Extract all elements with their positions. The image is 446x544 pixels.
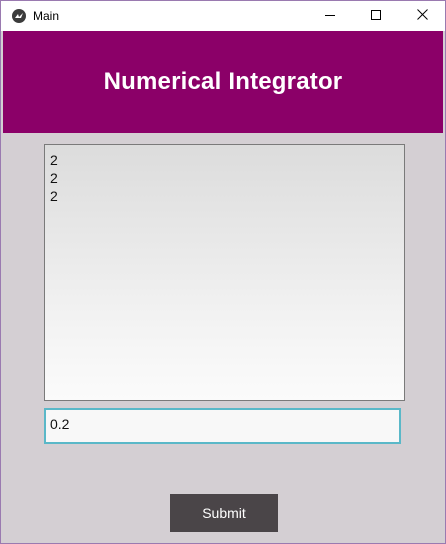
value-input-text: 0.2 <box>50 416 70 432</box>
minimize-button[interactable] <box>307 1 353 31</box>
maximize-button[interactable] <box>353 1 399 31</box>
value-input[interactable]: 0.2 <box>44 408 401 444</box>
output-line: 2 <box>50 152 58 168</box>
close-button[interactable] <box>399 1 445 31</box>
kivy-icon <box>12 9 26 23</box>
submit-button[interactable]: Submit <box>170 494 278 532</box>
output-textarea[interactable]: 2 2 2 <box>44 144 405 401</box>
app-header: Numerical Integrator <box>3 31 443 133</box>
title-bar: Main <box>1 1 445 31</box>
window-title: Main <box>33 9 60 23</box>
output-line: 2 <box>50 170 58 186</box>
app-window: Main Numerical Integrator 2 2 2 0.2 Subm… <box>0 0 446 544</box>
minimize-icon <box>325 7 335 25</box>
close-icon <box>416 7 428 25</box>
output-line: 2 <box>50 188 58 204</box>
maximize-icon <box>371 7 381 25</box>
page-title: Numerical Integrator <box>103 68 343 95</box>
